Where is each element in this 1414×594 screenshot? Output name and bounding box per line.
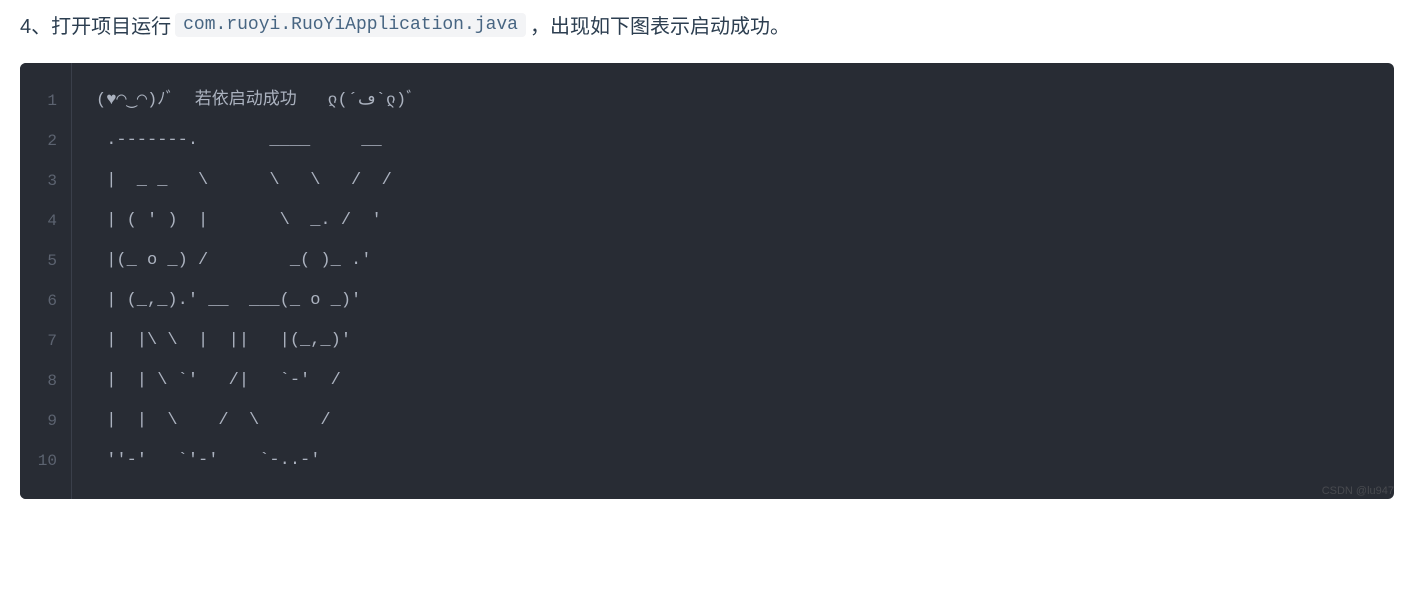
code-line: | _ _ \ \ \ / / — [96, 171, 433, 190]
instruction-prefix: 4、打开项目运行 — [20, 10, 171, 39]
instruction-text: 4、打开项目运行 com.ruoyi.RuoYiApplication.java… — [20, 10, 1394, 39]
code-content: (♥◠‿◠)ﾉﾞ 若依启动成功 ლ(´ڡ`ლ)ﾞ .-------. ____ … — [72, 63, 1394, 499]
line-number: 4 — [20, 201, 71, 241]
instruction-suffix: ，出现如下图表示启动成功。 — [530, 10, 790, 39]
line-number: 6 — [20, 281, 71, 321]
code-line: | |\ \ | || |(_,_)' — [96, 331, 443, 350]
code-line: .-------. ____ __ — [96, 131, 463, 150]
line-number: 2 — [20, 121, 71, 161]
line-numbers-gutter: 1 2 3 4 5 6 7 8 9 10 — [20, 63, 72, 499]
line-number: 9 — [20, 401, 71, 441]
code-line: | | \ `' /| `-' / — [96, 371, 453, 390]
code-line: (♥◠‿◠)ﾉﾞ 若依启动成功 ლ(´ڡ`ლ)ﾞ — [96, 91, 435, 110]
line-number: 8 — [20, 361, 71, 401]
code-line: |(_ o _) / _( )_ .' — [96, 251, 463, 270]
code-pre: (♥◠‿◠)ﾉﾞ 若依启动成功 ლ(´ڡ`ლ)ﾞ .-------. ____ … — [96, 81, 1370, 481]
line-number: 5 — [20, 241, 71, 281]
code-line: | (_,_).' __ ___(_ o _)' — [96, 291, 463, 310]
watermark: CSDN @lu947 — [1322, 485, 1394, 497]
code-line: | ( ' ) | \ _. / ' — [96, 211, 453, 230]
code-line: ''-' `'-' `-..-' — [96, 451, 463, 470]
code-line: | | \ / \ / — [96, 411, 443, 430]
line-number: 3 — [20, 161, 71, 201]
line-number: 7 — [20, 321, 71, 361]
code-block: 1 2 3 4 5 6 7 8 9 10 (♥◠‿◠)ﾉﾞ 若依启动成功 ლ(´… — [20, 63, 1394, 499]
line-number: 10 — [20, 441, 71, 481]
inline-code: com.ruoyi.RuoYiApplication.java — [175, 13, 526, 37]
line-number: 1 — [20, 81, 71, 121]
